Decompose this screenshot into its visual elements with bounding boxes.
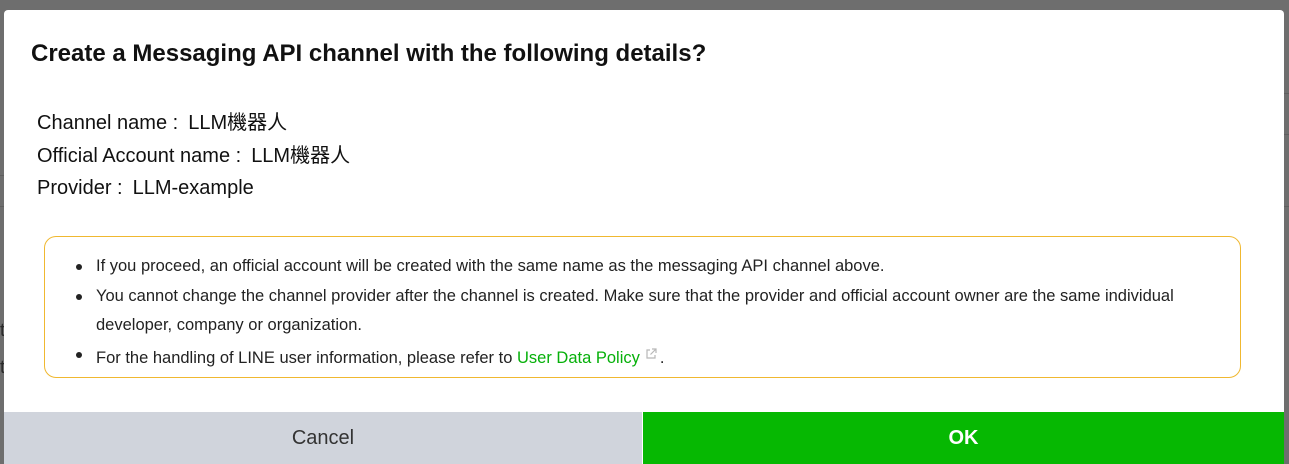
user-data-policy-link[interactable]: User Data Policy — [517, 349, 640, 367]
bullet-icon — [76, 352, 82, 358]
ok-button[interactable]: OK — [643, 412, 1284, 464]
confirm-dialog: Create a Messaging API channel with the … — [4, 10, 1284, 464]
detail-label: Channel name : — [37, 112, 179, 134]
detail-row-official-account-name: Official Account name : LLM機器人 — [37, 140, 350, 173]
detail-label: Provider : — [37, 177, 123, 199]
bullet-icon — [76, 293, 82, 300]
detail-row-provider: Provider : LLM-example — [37, 172, 350, 205]
notice-item: If you proceed, an official account will… — [76, 252, 1206, 281]
detail-value: LLM機器人 — [188, 112, 288, 134]
notice-item: You cannot change the channel provider a… — [76, 282, 1206, 339]
notice-text: For the handling of LINE user informatio… — [96, 348, 513, 367]
dialog-footer: Cancel OK — [4, 412, 1284, 464]
dialog-title: Create a Messaging API channel with the … — [31, 40, 707, 67]
external-link-icon — [645, 341, 657, 370]
bullet-icon — [76, 263, 82, 270]
detail-value: LLM-example — [132, 177, 254, 199]
notice-box: If you proceed, an official account will… — [44, 236, 1241, 378]
cancel-button[interactable]: Cancel — [4, 412, 642, 464]
notice-text: . — [659, 348, 665, 367]
channel-details: Channel name : LLM機器人 Official Account na… — [37, 107, 350, 205]
notice-item-policy: For the handling of LINE user informatio… — [76, 341, 1206, 373]
detail-row-channel-name: Channel name : LLM機器人 — [37, 107, 350, 140]
notice-list: If you proceed, an official account will… — [76, 252, 1206, 374]
detail-value: LLM機器人 — [251, 144, 351, 167]
user-data-policy-link-label: User Data Policy — [517, 348, 640, 367]
notice-text: If you proceed, an official account will… — [96, 257, 885, 275]
notice-text: You cannot change the channel provider a… — [96, 287, 1174, 334]
detail-label: Official Account name : — [37, 144, 242, 167]
